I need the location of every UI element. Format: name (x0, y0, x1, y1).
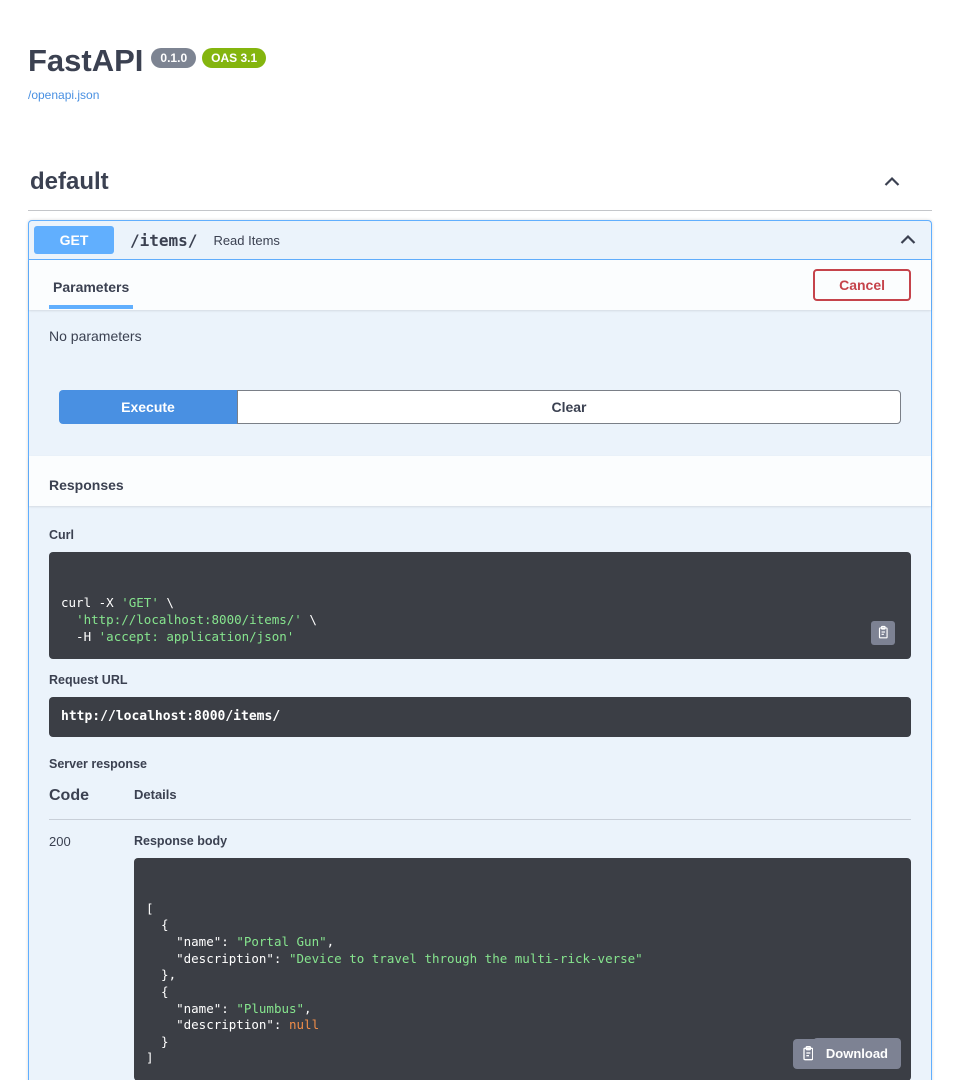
chevron-up-icon (898, 230, 918, 250)
tag-title: default (30, 168, 109, 196)
api-badges: 0.1.0 OAS 3.1 (151, 48, 266, 68)
response-body-label: Response body (134, 834, 911, 848)
chevron-up-icon (882, 172, 902, 192)
server-response-label: Server response (49, 757, 911, 771)
tag-collapse-button[interactable] (880, 170, 904, 194)
request-url-value: http://localhost:8000/items/ (49, 697, 911, 736)
curl-command-block[interactable]: curl -X 'GET' \ 'http://localhost:8000/i… (49, 552, 911, 659)
execute-wrapper: Execute Clear (29, 390, 931, 456)
cancel-button[interactable]: Cancel (813, 269, 911, 301)
opblock-get-items: GET /items/ Read Items Parameters Cancel… (28, 220, 932, 1080)
download-button[interactable]: Download (813, 1038, 901, 1069)
tag-section-header[interactable]: default (28, 160, 932, 211)
code-column-header: Code (49, 787, 134, 805)
parameters-body: No parameters (29, 310, 931, 390)
oas-badge: OAS 3.1 (202, 48, 266, 68)
tab-parameters[interactable]: Parameters (49, 269, 133, 309)
responses-section-header: Responses (29, 456, 931, 506)
version-badge: 0.1.0 (151, 48, 196, 68)
copy-curl-button[interactable] (871, 621, 895, 645)
responses-header-label: Responses (49, 467, 124, 503)
opblock-collapse-button[interactable] (896, 228, 920, 252)
live-response-row: 200 Response body [ { "name": "Portal Gu… (49, 834, 911, 1080)
clear-button[interactable]: Clear (237, 390, 901, 424)
opblock-summary[interactable]: GET /items/ Read Items (29, 221, 931, 260)
method-badge: GET (34, 226, 114, 254)
request-url-label: Request URL (49, 673, 911, 687)
responses-content: Curl curl -X 'GET' \ 'http://localhost:8… (29, 506, 931, 1080)
status-code: 200 (49, 834, 134, 1080)
operation-summary: Read Items (213, 233, 886, 248)
curl-label: Curl (49, 528, 911, 542)
response-details: Response body [ { "name": "Portal Gun", … (134, 834, 911, 1080)
clipboard-copy-icon (876, 625, 890, 642)
parameters-section-header: Parameters Cancel (29, 260, 931, 310)
api-info: FastAPI 0.1.0 OAS 3.1 /openapi.json (28, 0, 932, 104)
openapi-spec-link[interactable]: /openapi.json (28, 88, 99, 102)
no-parameters-text: No parameters (49, 328, 142, 344)
operation-path: /items/ (124, 231, 203, 250)
api-title: FastAPI (28, 44, 143, 78)
live-response-table-header: Code Details (49, 787, 911, 820)
details-column-header: Details (134, 787, 177, 805)
execute-button[interactable]: Execute (59, 390, 237, 424)
page-container: FastAPI 0.1.0 OAS 3.1 /openapi.json defa… (28, 0, 932, 1080)
